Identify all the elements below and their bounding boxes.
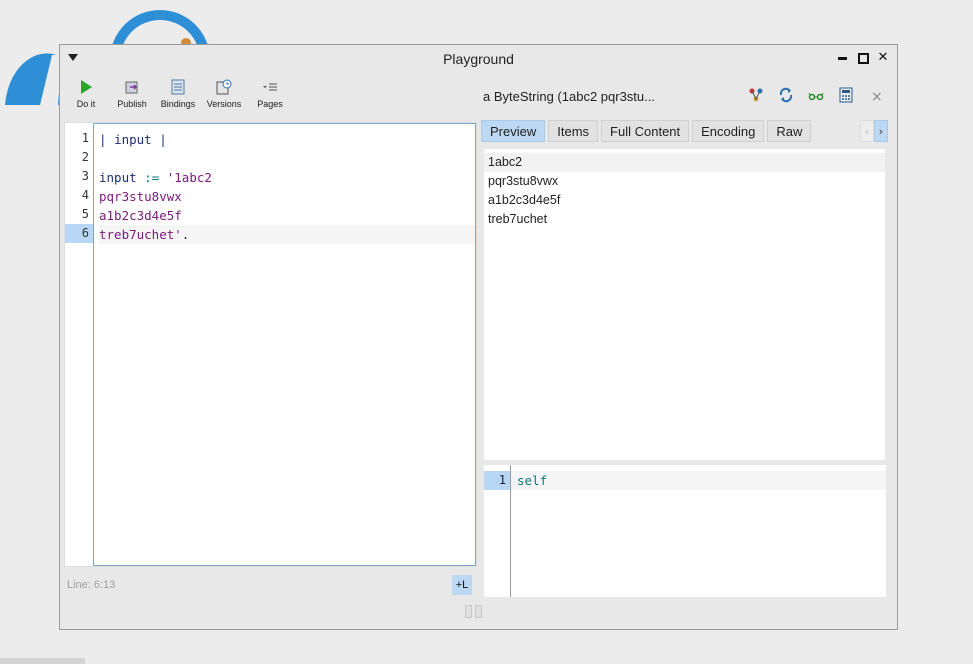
line-number-current: 6 [65, 224, 93, 243]
code-editor[interactable]: 1 2 3 4 5 6 | input | input := '1abc2 pq… [64, 122, 477, 567]
code-line: a1b2c3d4e5f [99, 206, 475, 225]
do-it-label: Do it [76, 99, 96, 109]
code-token: pqr3stu8vwx [99, 189, 182, 204]
minimize-icon[interactable] [837, 52, 849, 64]
versions-button[interactable]: Versions [206, 79, 242, 109]
code-line: | input | [99, 130, 475, 149]
line-number: 4 [81, 188, 89, 202]
line-number: 5 [81, 207, 89, 221]
tab-preview[interactable]: Preview [481, 120, 546, 142]
code-token: | [151, 132, 167, 147]
chevron-left-icon[interactable]: ‹ [860, 120, 874, 142]
pages-button[interactable]: Pages [252, 79, 288, 109]
tab-items[interactable]: Items [548, 120, 599, 142]
line-number: 1 [81, 131, 89, 145]
tab-raw[interactable]: Raw [767, 120, 812, 142]
code-line-current: treb7uchet'. [99, 225, 475, 244]
code-token: input [114, 132, 152, 147]
chevron-right-icon[interactable]: › [874, 120, 888, 142]
versions-icon [216, 79, 232, 95]
code-token: . [181, 227, 190, 242]
code-token: input [99, 170, 137, 185]
line-number: 1 [484, 471, 510, 490]
preview-line: 1abc2 [484, 153, 885, 172]
code-area[interactable]: | input | input := '1abc2 pqr3stu8vwx a1… [94, 123, 476, 566]
bindings-button[interactable]: Bindings [160, 79, 196, 109]
calculator-icon[interactable] [838, 87, 854, 103]
publish-icon [125, 81, 138, 94]
close-window-icon[interactable]: ✕ [877, 51, 889, 64]
evaluator-code[interactable]: self [517, 471, 547, 490]
evaluator-gutter: 1 [484, 465, 511, 597]
line-numbers-toggle-button[interactable]: +L [452, 575, 472, 595]
maximize-icon[interactable] [857, 52, 869, 64]
bindings-icon [171, 79, 185, 95]
playground-window: Playground ✕ Do it Publish Bindings Vers… [59, 44, 898, 630]
inspector-tabs: Preview Items Full Content Encoding Raw [481, 120, 812, 142]
tab-full-content[interactable]: Full Content [601, 120, 690, 142]
glasses-icon[interactable] [808, 87, 824, 103]
line-number-gutter: 1 2 3 4 5 6 [65, 123, 94, 566]
code-token: | [99, 132, 115, 147]
preview-pane: 1abc2 pqr3stu8vwx a1b2c3d4e5f treb7uchet [484, 149, 885, 460]
play-icon [81, 80, 92, 94]
code-line: pqr3stu8vwx [99, 187, 475, 206]
inspector-title: a ByteString (1abc2 pqr3stu... [483, 89, 655, 104]
line-number: 3 [81, 169, 89, 183]
code-line: input := '1abc2 [99, 168, 475, 187]
do-it-button[interactable]: Do it [68, 79, 104, 109]
preview-line: pqr3stu8vwx [488, 174, 559, 188]
pane-splitter-handle[interactable] [465, 605, 482, 618]
code-token: '1abc2 [166, 170, 212, 185]
pages-label: Pages [257, 99, 283, 109]
code-token: treb7uchet' [99, 227, 182, 242]
code-token: a1b2c3d4e5f [99, 208, 182, 223]
evaluator-pane[interactable]: 1 self [484, 465, 886, 597]
window-title: Playground [443, 51, 514, 67]
inspector-toolbar [748, 87, 854, 103]
tab-encoding[interactable]: Encoding [692, 120, 765, 142]
close-icon[interactable]: × [871, 89, 883, 105]
line-number: 2 [81, 150, 89, 164]
preview-line: a1b2c3d4e5f [488, 193, 561, 207]
code-token: := [136, 170, 167, 185]
versions-label: Versions [206, 99, 242, 109]
playground-toolbar: Do it Publish Bindings Versions Pages [68, 79, 288, 109]
preview-line: treb7uchet [488, 212, 548, 226]
tab-navigation: ‹ › [860, 120, 888, 142]
bindings-label: Bindings [160, 99, 196, 109]
browse-icon[interactable] [748, 87, 764, 103]
cursor-position-status: Line: 6:13 [67, 579, 116, 591]
publish-label: Publish [117, 99, 147, 109]
publish-button[interactable]: Publish [114, 79, 150, 109]
pages-icon [263, 83, 277, 91]
refresh-icon[interactable] [778, 87, 794, 103]
title-bar: Playground ✕ [60, 45, 897, 73]
taskbar-strip [0, 658, 85, 664]
